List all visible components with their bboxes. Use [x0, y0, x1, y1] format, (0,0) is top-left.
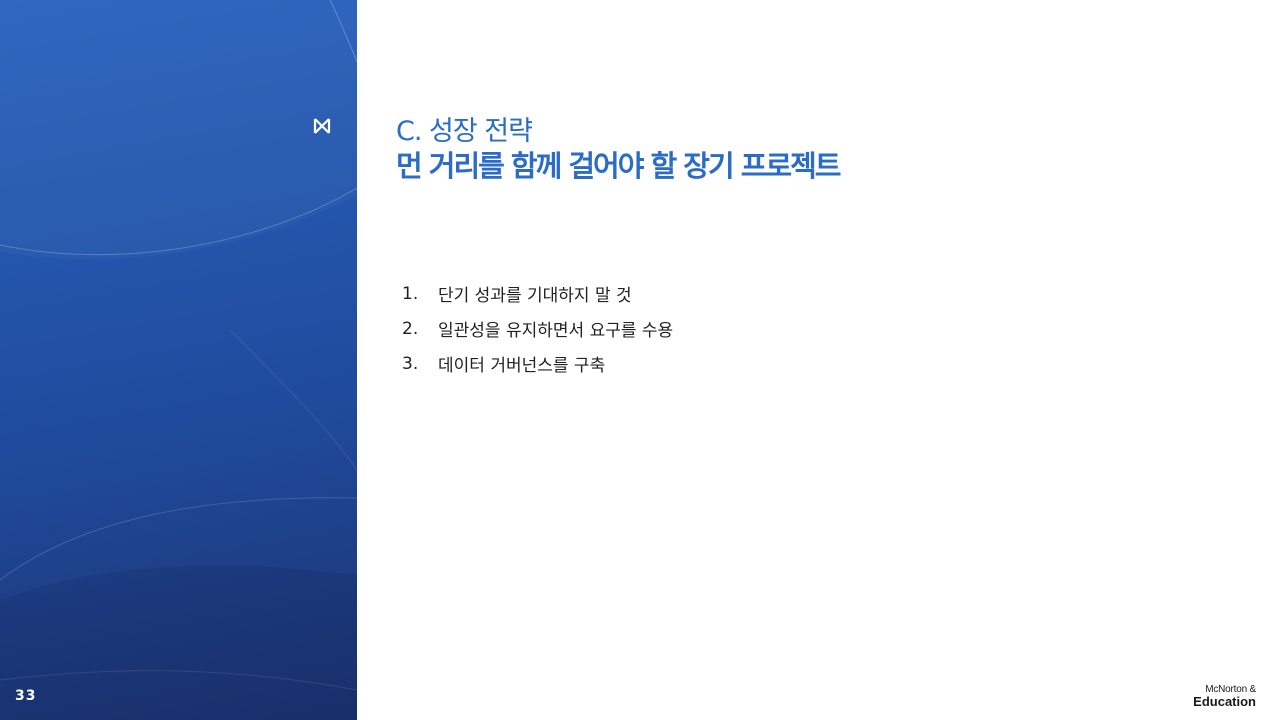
list-item: 1. 단기 성과를 기대하지 말 것	[402, 276, 673, 311]
list-item: 2. 일관성을 유지하면서 요구를 수용	[402, 311, 673, 346]
slide: 33 C. 성장 전략 먼 거리를 함께 걸어야 할 장기 프로젝트 1. 단기…	[0, 0, 1280, 720]
point-list: 1. 단기 성과를 기대하지 말 것 2. 일관성을 유지하면서 요구를 수용 …	[402, 276, 673, 381]
list-item-number: 3.	[402, 353, 419, 374]
brand-logo: McNorton & Education	[1193, 684, 1256, 709]
wave-decoration	[0, 0, 357, 720]
list-item-text: 데이터 거버넌스를 구축	[438, 356, 606, 376]
list-item-text: 일관성을 유지하면서 요구를 수용	[438, 321, 674, 341]
side-panel: 33	[0, 0, 357, 720]
list-item: 3. 데이터 거버넌스를 구축	[402, 346, 673, 381]
brand-name-line2: Education	[1193, 694, 1256, 709]
list-item-text: 단기 성과를 기대하지 말 것	[438, 286, 632, 306]
title-block: C. 성장 전략 먼 거리를 함께 걸어야 할 장기 프로젝트	[396, 116, 841, 184]
list-item-number: 2.	[402, 318, 419, 339]
page-number: 33	[15, 688, 37, 704]
list-item-number: 1.	[402, 283, 419, 304]
main-title: 먼 거리를 함께 걸어야 할 장기 프로젝트	[396, 149, 841, 183]
section-title: C. 성장 전략	[396, 116, 533, 147]
m-logo-icon	[313, 118, 331, 134]
